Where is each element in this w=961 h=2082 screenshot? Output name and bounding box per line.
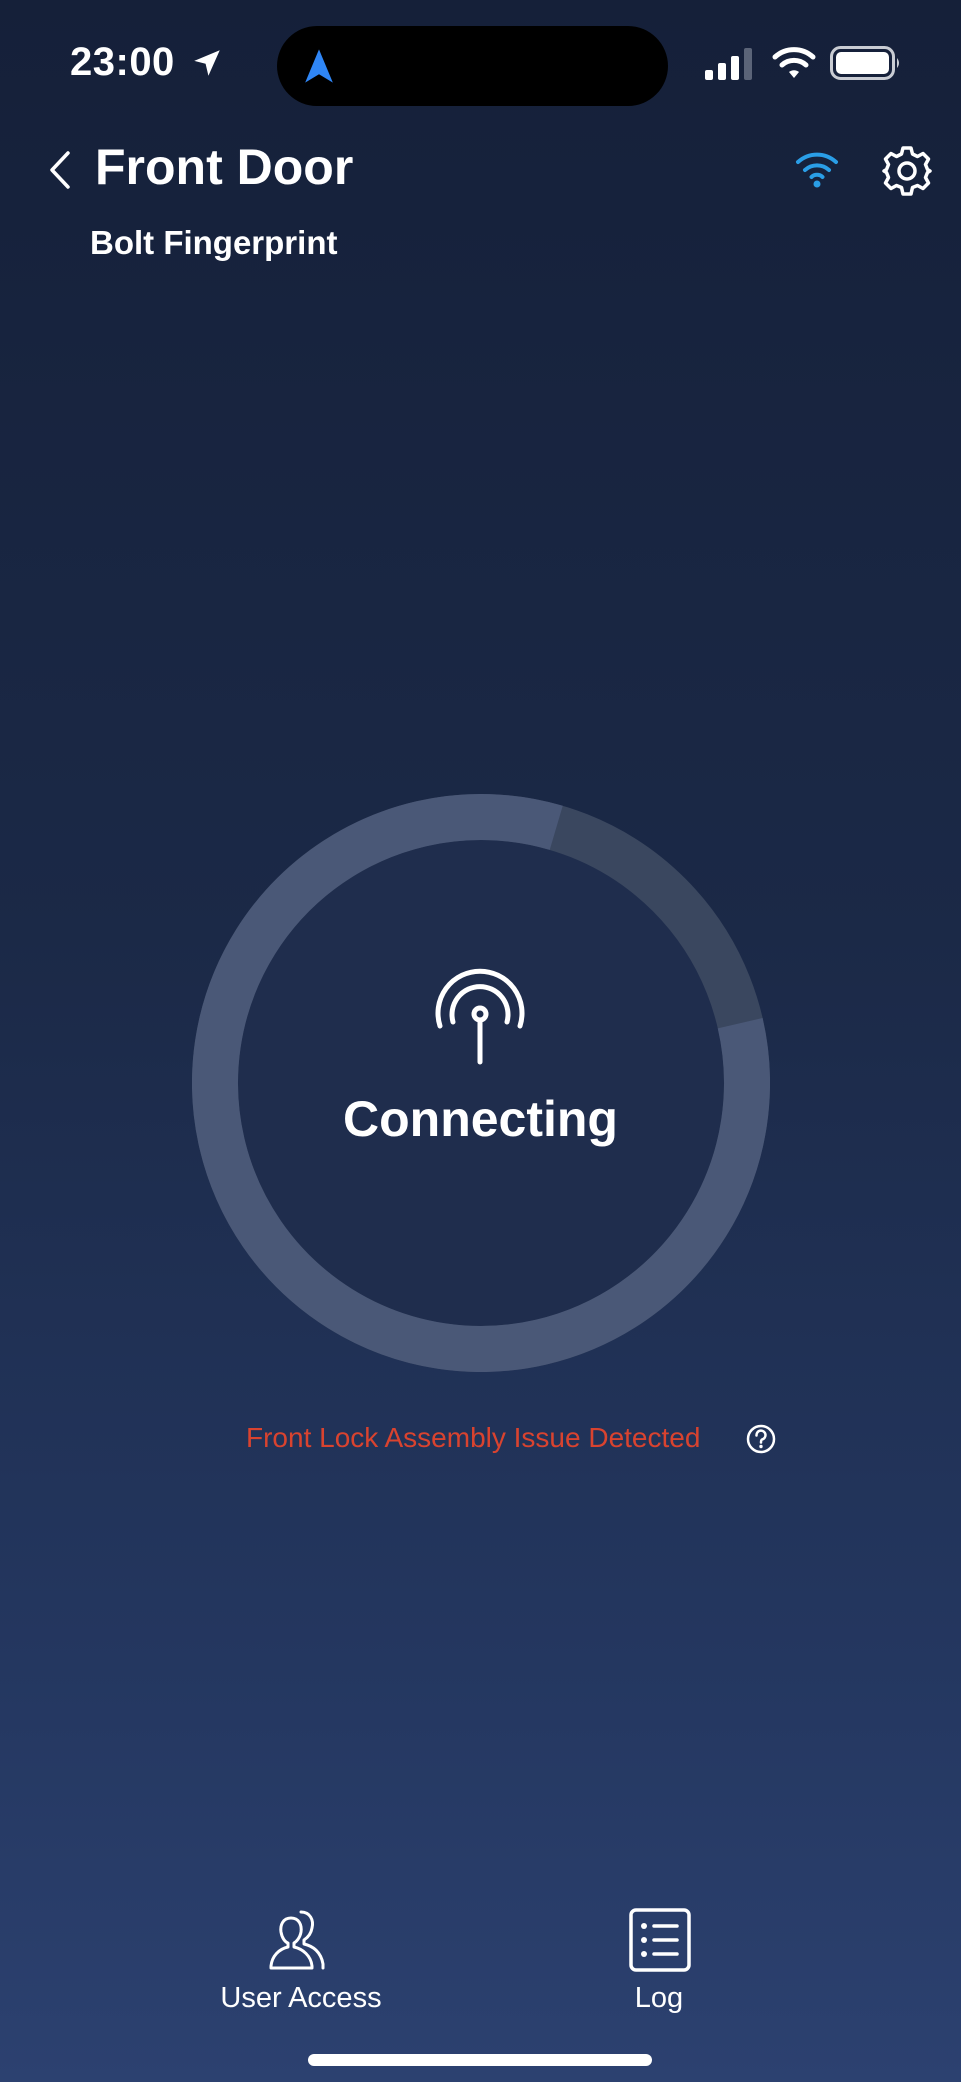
connection-progress-ring	[192, 794, 770, 1372]
alert-message: Front Lock Assembly Issue Detected	[246, 1422, 701, 1453]
home-indicator[interactable]	[308, 2054, 652, 2066]
signal-antenna-icon	[435, 968, 525, 1065]
nav-user-access[interactable]: User Access	[181, 1900, 421, 2030]
nav-user-access-label: User Access	[220, 1982, 382, 2014]
list-icon	[629, 1908, 691, 1972]
gear-icon[interactable]	[880, 144, 934, 198]
dynamic-island	[277, 26, 668, 106]
wifi-connection-icon[interactable]	[794, 146, 840, 190]
battery-icon	[830, 46, 899, 80]
nav-log[interactable]: Log	[539, 1900, 779, 2030]
navigation-arrow-icon	[305, 49, 333, 83]
connection-status-label: Connecting	[343, 1091, 618, 1147]
status-time: 23:00	[70, 40, 175, 84]
status-bar: 23:00	[0, 0, 961, 130]
users-icon	[269, 1910, 325, 1970]
back-button[interactable]	[40, 140, 80, 200]
page-title: Front Door	[95, 139, 354, 195]
wifi-status-icon	[772, 47, 816, 78]
location-arrow-icon	[194, 50, 220, 76]
nav-log-label: Log	[634, 1982, 684, 2014]
cellular-signal-icon	[705, 48, 752, 80]
question-mark-icon[interactable]	[746, 1424, 776, 1454]
chevron-left-icon	[50, 151, 70, 189]
device-model-subtitle: Bolt Fingerprint	[90, 224, 338, 261]
